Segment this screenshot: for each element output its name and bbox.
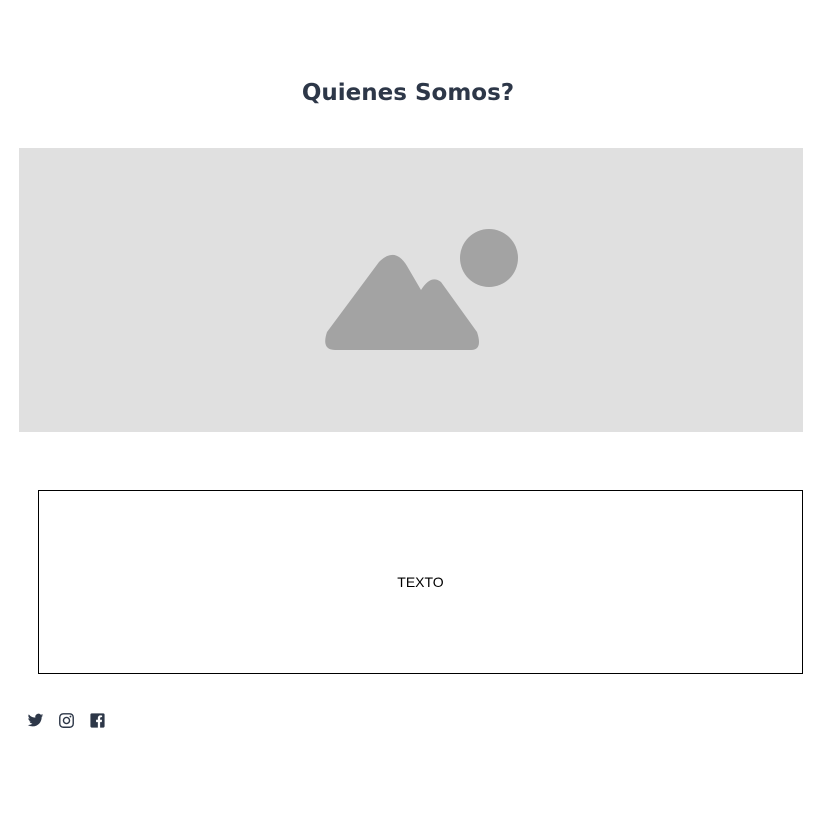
image-placeholder-icon xyxy=(325,229,518,350)
content-text-box: TEXTO xyxy=(38,490,803,674)
facebook-link[interactable] xyxy=(89,712,106,729)
social-links xyxy=(27,712,106,729)
page: Quienes Somos? TEXTO xyxy=(0,0,840,840)
section-title: Quienes Somos? xyxy=(301,80,515,106)
twitter-icon xyxy=(27,713,44,727)
hero-image-placeholder xyxy=(19,148,803,432)
instagram-icon xyxy=(59,713,74,728)
content-text: TEXTO xyxy=(397,574,444,590)
twitter-link[interactable] xyxy=(27,712,44,729)
facebook-icon xyxy=(90,713,105,728)
instagram-link[interactable] xyxy=(58,712,75,729)
